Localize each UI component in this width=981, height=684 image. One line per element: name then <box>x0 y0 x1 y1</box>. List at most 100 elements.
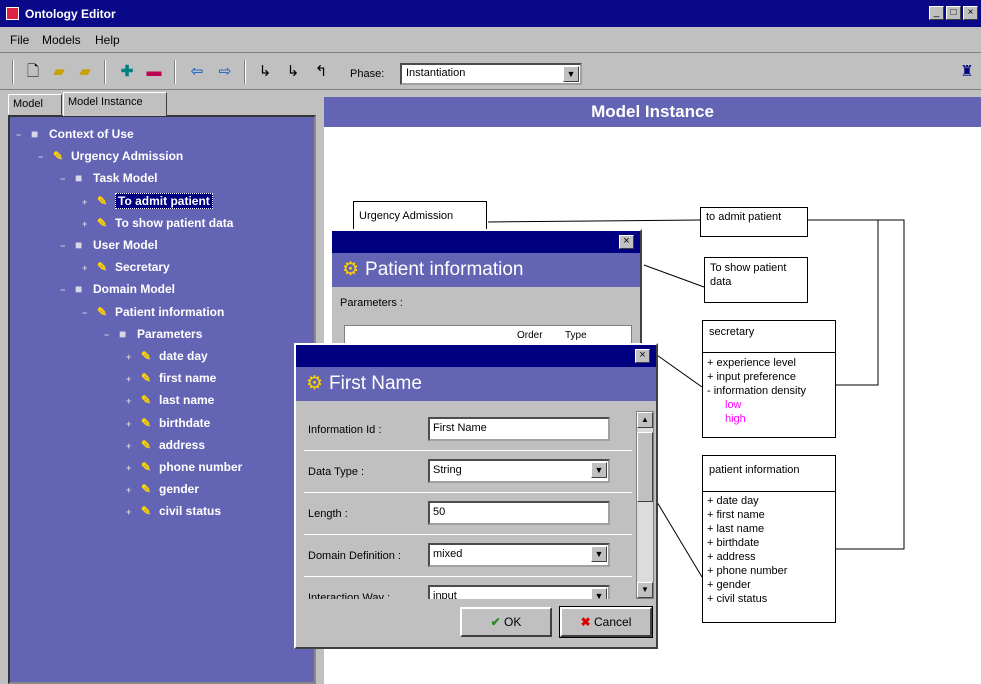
model-icon: ■ <box>119 326 127 341</box>
expand-icon[interactable]: + <box>126 486 135 496</box>
collapse-icon[interactable]: − <box>104 330 113 341</box>
tree-item[interactable]: + ✎ address <box>126 436 205 454</box>
cancel-button[interactable]: ✖ Cancel <box>559 606 653 638</box>
tree-item[interactable]: + ✎ phone number <box>126 458 242 476</box>
expand-icon[interactable]: + <box>126 441 135 452</box>
collapse-icon[interactable]: − <box>38 153 47 163</box>
node-patient-information[interactable]: patient information + date day + first na… <box>702 455 836 623</box>
tree-item[interactable]: − ■ Task Model <box>60 169 157 187</box>
field-input[interactable]: 50 <box>428 501 610 525</box>
tree-item[interactable]: + ✎ To show patient data <box>82 214 233 232</box>
collapse-icon[interactable]: − <box>82 308 91 319</box>
scroll-thumb[interactable] <box>637 432 653 502</box>
model-icon: ■ <box>75 238 83 252</box>
expand-icon[interactable]: + <box>126 508 135 518</box>
instance-icon: ✎ <box>141 415 152 430</box>
expand-icon[interactable]: + <box>82 197 91 208</box>
ok-button[interactable]: ✔ OK <box>460 607 552 637</box>
field-label: Length : <box>308 508 348 520</box>
tree-item[interactable]: − ■ User Model <box>60 236 158 254</box>
field-input[interactable]: First Name <box>428 417 610 441</box>
expand-icon[interactable]: + <box>126 397 135 407</box>
menu-models[interactable]: Models <box>42 33 81 47</box>
tree-item[interactable]: − ✎ Patient information <box>82 303 224 321</box>
chevron-down-icon[interactable]: ▼ <box>591 588 607 599</box>
tree-item-label: date day <box>159 349 208 363</box>
link-back-icon[interactable]: ↰ <box>310 62 332 82</box>
scroll-up-icon[interactable]: ▲ <box>637 412 653 428</box>
arrow-right-icon[interactable]: ⇨ <box>214 62 236 82</box>
node-urgency-admission[interactable]: Urgency Admission <box>353 201 487 231</box>
collapse-icon[interactable]: − <box>16 131 25 141</box>
toolbar-separator <box>12 60 14 84</box>
tree-item-label: Secretary <box>115 260 170 275</box>
user-icon[interactable]: ♜ <box>956 62 978 82</box>
tree-item[interactable]: + ✎ date day <box>126 347 208 365</box>
expand-icon[interactable]: + <box>126 353 135 363</box>
field-select[interactable]: mixed ▼ <box>428 543 610 567</box>
expand-icon[interactable]: + <box>126 375 135 385</box>
ontology-tree[interactable]: − ■ Context of Use − ✎ Urgency Admission − ■ Tas… <box>8 115 316 684</box>
field-select[interactable]: String ▼ <box>428 459 610 483</box>
tree-item[interactable]: − ■ Domain Model <box>60 280 175 298</box>
tab-model[interactable]: Model <box>8 94 62 115</box>
tree-item-label: To show patient data <box>115 215 234 230</box>
remove-icon[interactable]: ▬ <box>143 62 165 82</box>
node-to-show-patient-data[interactable]: To show patient data <box>704 257 808 303</box>
tree-item-label: To admit patient <box>115 192 213 209</box>
tree-item[interactable]: − ✎ Urgency Admission <box>38 147 183 165</box>
node-secretary[interactable]: secretary + experience level + input pref… <box>702 320 836 438</box>
field-select[interactable]: input ▼ <box>428 585 610 599</box>
expand-icon[interactable]: + <box>126 419 135 430</box>
expand-icon[interactable]: + <box>82 219 91 230</box>
collapse-icon[interactable]: − <box>60 242 69 252</box>
save-folder-icon[interactable]: ▰ <box>74 62 96 82</box>
menu-help[interactable]: Help <box>95 33 120 47</box>
open-folder-icon[interactable]: ▰ <box>48 62 70 82</box>
chevron-down-icon[interactable]: ▼ <box>563 66 579 82</box>
expand-icon[interactable]: + <box>82 264 91 274</box>
attribute-item: + gender <box>707 579 751 591</box>
collapse-icon[interactable]: − <box>60 286 69 296</box>
expand-icon[interactable]: + <box>126 464 135 474</box>
attribute-value: low <box>725 399 742 411</box>
menu-file[interactable]: File <box>10 33 29 47</box>
instance-icon: ✎ <box>97 193 108 208</box>
phase-select[interactable]: Instantiation ▼ <box>400 63 582 85</box>
close-button[interactable]: × <box>963 6 978 20</box>
close-icon[interactable]: × <box>619 235 634 249</box>
chevron-down-icon[interactable]: ▼ <box>591 462 607 478</box>
tab-model-instance[interactable]: Model Instance <box>63 92 167 116</box>
instance-icon: ✎ <box>141 437 152 452</box>
tree-item[interactable]: + ✎ birthdate <box>126 414 210 432</box>
gear-icon: ⚙ <box>342 259 360 280</box>
node-attributes: + date day + first name + last name + birth… <box>703 492 835 608</box>
field-value: input <box>433 590 457 599</box>
scroll-down-icon[interactable]: ▼ <box>637 582 653 598</box>
link-double-icon[interactable]: ↳ <box>282 62 304 82</box>
instance-icon: ✎ <box>97 304 108 319</box>
scrollbar[interactable]: ▲ ▼ <box>636 411 654 599</box>
arrow-left-icon[interactable]: ⇦ <box>186 62 208 82</box>
minimize-button[interactable]: _ <box>929 6 944 20</box>
tree-item[interactable]: + ✎ Secretary <box>82 258 170 276</box>
patient-information-dialog: × ⚙ Patient information Parameters : Orde… <box>330 229 642 349</box>
link-icon[interactable]: ↳ <box>254 62 276 82</box>
node-label: to admit patient <box>706 211 782 223</box>
tree-item[interactable]: − ■ Parameters <box>104 325 202 343</box>
close-icon[interactable]: × <box>635 349 650 363</box>
tree-item[interactable]: + ✎ gender <box>126 480 199 498</box>
node-to-admit-patient[interactable]: to admit patient <box>700 207 808 237</box>
ok-label: OK <box>504 615 522 629</box>
tree-item[interactable]: + ✎ To admit patient <box>82 192 213 210</box>
tree-item-label: address <box>159 437 206 452</box>
collapse-icon[interactable]: − <box>60 175 69 185</box>
chevron-down-icon[interactable]: ▼ <box>591 546 607 562</box>
tree-item[interactable]: + ✎ last name <box>126 391 214 409</box>
add-icon[interactable]: ✚ <box>116 62 138 82</box>
tree-item[interactable]: + ✎ first name <box>126 369 216 387</box>
new-file-icon[interactable]: 🗋 <box>22 62 44 82</box>
maximize-button[interactable]: □ <box>946 6 961 20</box>
tree-item[interactable]: − ■ Context of Use <box>16 125 134 143</box>
tree-item[interactable]: + ✎ civil status <box>126 502 221 520</box>
